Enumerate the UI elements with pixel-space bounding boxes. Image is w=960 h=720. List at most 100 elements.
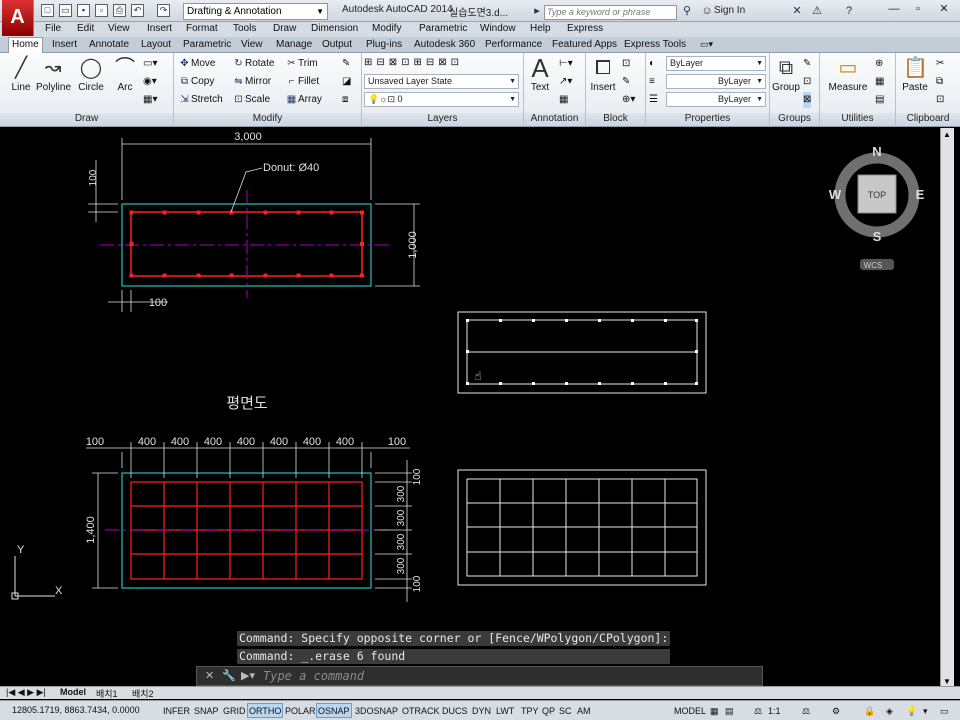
vertical-scrollbar[interactable]: ▲ ▼ (940, 128, 954, 688)
clean-screen-icon[interactable]: ▭ (938, 703, 951, 718)
rotate-button[interactable]: ↻ Rotate (232, 56, 274, 72)
block-attribute-icon[interactable]: ⊕▾ (622, 92, 635, 108)
menu-help[interactable]: Help (530, 23, 551, 34)
toggle-am[interactable]: AM (575, 703, 593, 718)
coordinates-readout[interactable]: 12805.1719, 8863.7434, 0.0000 (12, 705, 140, 715)
close-icon[interactable]: ✕ (205, 669, 214, 682)
menu-edit[interactable]: Edit (77, 23, 94, 34)
rectangle-icon[interactable]: ▭▾ (143, 56, 157, 72)
redo-icon[interactable]: ↷ (157, 4, 170, 17)
edit-block-icon[interactable]: ✎ (622, 74, 630, 90)
circle-button[interactable]: ◯ Circle (74, 56, 108, 93)
quick-select-icon[interactable]: ⊕ (875, 56, 883, 72)
menu-insert[interactable]: Insert (147, 23, 172, 34)
communication-center-icon[interactable]: ⚠ (810, 4, 824, 18)
tab-autodesk-360[interactable]: Autodesk 360 (411, 38, 478, 51)
search-expand-icon[interactable]: ▸ (530, 4, 544, 18)
calculator-icon[interactable]: ▦ (875, 74, 884, 90)
menu-parametric[interactable]: Parametric (419, 23, 467, 34)
toggle-ducs[interactable]: DUCS (440, 703, 470, 718)
compass-north[interactable]: N (872, 144, 881, 159)
layer-state-dropdown[interactable]: Unsaved Layer State ▼ (364, 74, 519, 89)
layers-panel-title[interactable]: Layers (362, 113, 523, 126)
explode-icon[interactable]: ◪ (342, 74, 351, 90)
groups-panel-title[interactable]: Groups (770, 113, 819, 126)
minimize-button[interactable]: — (882, 0, 906, 18)
viewcube[interactable]: TOP N S E W WCS (829, 144, 925, 270)
scroll-up-icon[interactable]: ▲ (943, 130, 951, 139)
create-block-icon[interactable]: ⊡ (622, 56, 630, 72)
toggle-otrack[interactable]: OTRACK (400, 703, 442, 718)
toggle-polar[interactable]: POLAR (283, 703, 318, 718)
tab-model[interactable]: Model (60, 687, 86, 697)
tab-layout1[interactable]: 배치1 (96, 687, 118, 700)
scroll-down-icon[interactable]: ▼ (943, 677, 951, 686)
drawing-canvas[interactable]: 3,000 Donut: Ø40 100 1,000 100 평면도 100 4… (6, 128, 940, 688)
toggle-tpy[interactable]: TPY (519, 703, 541, 718)
linetype-icon[interactable]: ☰ (649, 92, 658, 108)
tab-performance[interactable]: Performance (482, 38, 545, 51)
layer-dropdown[interactable]: 💡☼⊡ 0 ▼ (364, 92, 519, 107)
toggle-grid[interactable]: GRID (221, 703, 248, 718)
compass-west[interactable]: W (829, 187, 842, 202)
menu-tools[interactable]: Tools (233, 23, 256, 34)
modify-panel-title[interactable]: Modify (174, 113, 361, 126)
scale-button[interactable]: ⊡ Scale (232, 92, 270, 108)
tab-featured-apps[interactable]: Featured Apps (549, 38, 620, 51)
save-icon[interactable]: ▪ (77, 4, 90, 17)
menu-window[interactable]: Window (480, 23, 516, 34)
paste-special-icon[interactable]: ⊡ (936, 92, 944, 108)
hatch-icon[interactable]: ◉▾ (143, 74, 157, 90)
command-input[interactable]: Type a command (263, 669, 364, 683)
copy-button[interactable]: ⧉ Copy (178, 74, 214, 90)
tab-manage[interactable]: Manage (273, 38, 315, 51)
search-input[interactable]: Type a keyword or phrase (544, 5, 677, 20)
offset-icon[interactable]: ⧈ (342, 92, 348, 108)
clipboard-panel-title[interactable]: Clipboard (896, 113, 960, 126)
tab-home[interactable]: Home (8, 37, 43, 53)
recent-commands-icon[interactable]: ▶▾ (241, 669, 255, 682)
erase-icon[interactable]: ✎ (342, 56, 350, 72)
workspace-switch-icon[interactable]: ⚙ (830, 703, 842, 718)
quick-view-drawings-icon[interactable]: ▤ (723, 703, 736, 718)
workspace-switcher[interactable]: Drafting & Annotation ▼ (183, 3, 328, 20)
tab-insert[interactable]: Insert (49, 38, 80, 51)
compass-south[interactable]: S (873, 229, 882, 244)
tab-plug-ins[interactable]: Plug-ins (363, 38, 405, 51)
line-button[interactable]: ╱ Line (4, 56, 38, 93)
properties-panel-title[interactable]: Properties (646, 113, 769, 126)
layer-tools-icons[interactable]: ⊞⊟⊠⊡⊞⊟⊠⊡ (364, 55, 463, 71)
insert-button[interactable]: ⧠ Insert (586, 56, 620, 93)
menu-dimension[interactable]: Dimension (311, 23, 358, 34)
isolate-objects-icon[interactable]: 💡 (904, 703, 919, 718)
tab-annotate[interactable]: Annotate (86, 38, 132, 51)
undo-icon[interactable]: ↶ (131, 4, 144, 17)
toggle-qp[interactable]: QP (540, 703, 557, 718)
tab-output[interactable]: Output (319, 38, 355, 51)
gradient-icon[interactable]: ▦▾ (143, 92, 157, 108)
cut-icon[interactable]: ✂ (936, 56, 944, 72)
user-icon[interactable]: ☺ (700, 4, 714, 18)
annotation-visibility-icon[interactable]: ⚖ (800, 703, 812, 718)
lock-ui-icon[interactable]: 🔒 (862, 703, 877, 718)
linetype-dropdown[interactable]: ByLayer ▼ (666, 92, 766, 107)
tab-layout2[interactable]: 배치2 (132, 687, 154, 700)
ungroup-icon[interactable]: ✎ (803, 56, 811, 72)
toggle-dyn[interactable]: DYN (470, 703, 493, 718)
customize-icon[interactable]: 🔧 (222, 669, 236, 682)
text-button[interactable]: A Text (524, 55, 556, 93)
utilities-panel-title[interactable]: Utilities (820, 113, 895, 126)
point-style-icon[interactable]: ▤ (875, 92, 884, 108)
plot-icon[interactable]: ⎙ (113, 4, 126, 17)
trim-button[interactable]: ✂ Trim (285, 56, 317, 72)
save-as-icon[interactable]: ▫ (95, 4, 108, 17)
match-properties-icon[interactable]: ◐ (649, 56, 655, 72)
toggle-3dosnap[interactable]: 3DOSNAP (353, 703, 400, 718)
toggle-ortho[interactable]: ORTHO (247, 703, 284, 718)
application-menu-button[interactable]: A (2, 0, 34, 36)
array-button[interactable]: ▦ Array (285, 92, 322, 108)
annotation-scale-icon[interactable]: ⚖ (752, 703, 764, 718)
arc-button[interactable]: ⌒ Arc (108, 56, 142, 93)
menu-view[interactable]: View (108, 23, 130, 34)
toggle-snap[interactable]: SNAP (192, 703, 221, 718)
